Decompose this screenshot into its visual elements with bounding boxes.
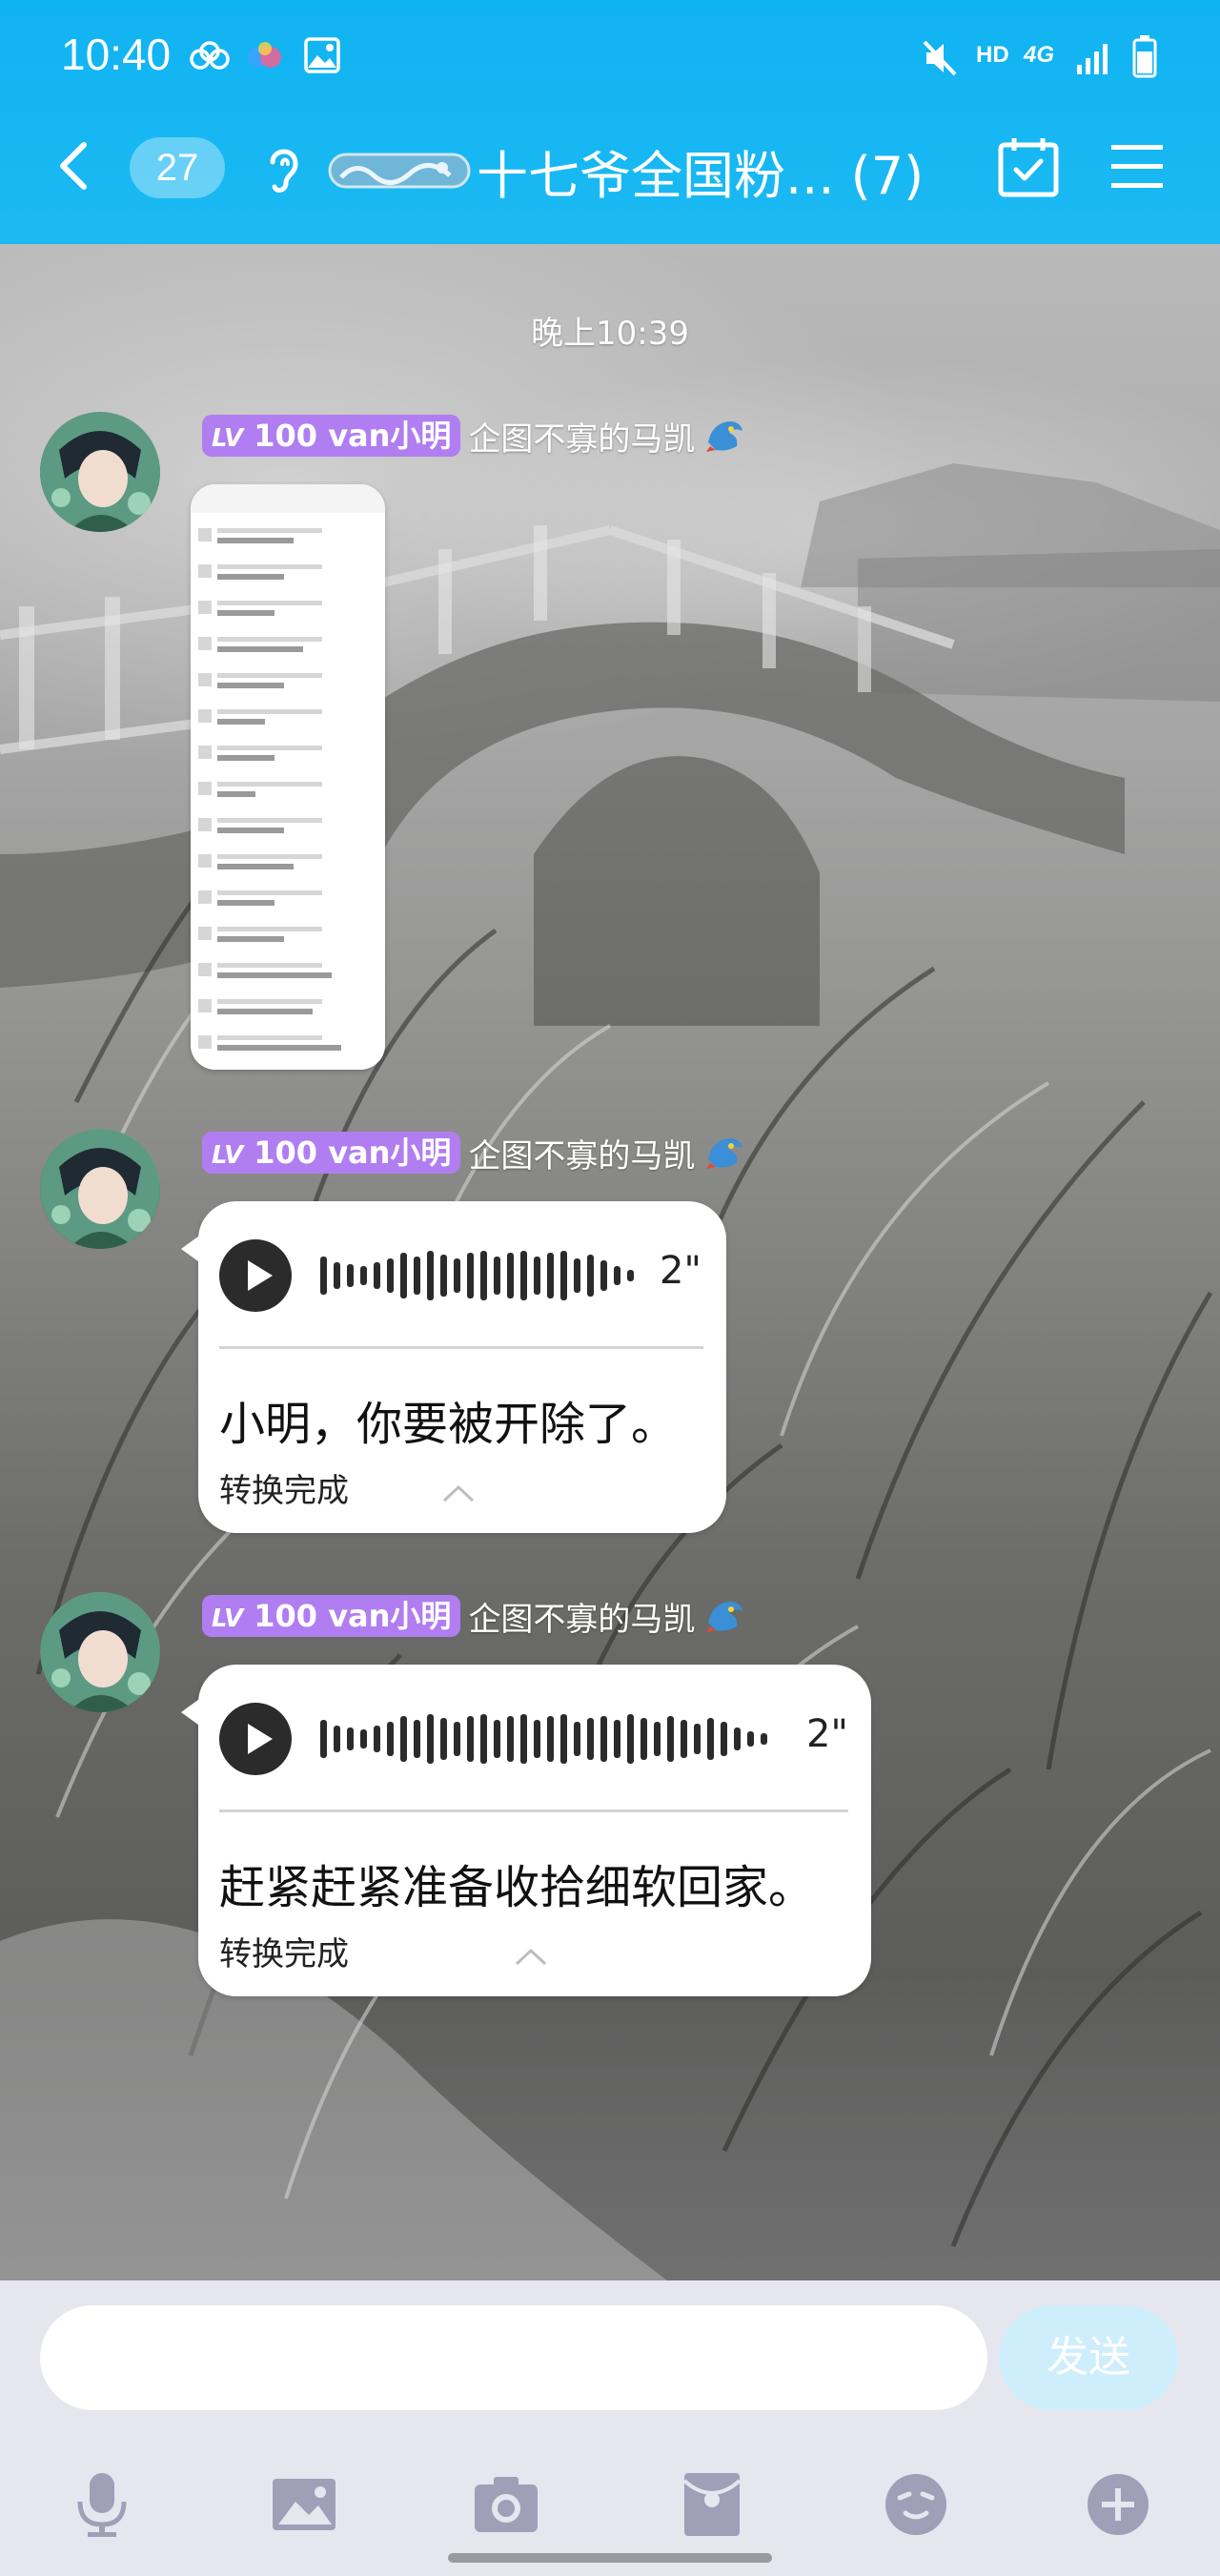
- chat-area[interactable]: 晚上10:39 LV 100 van小明 企图不寡的马凯 LV 100 van小…: [0, 244, 1220, 2280]
- play-button[interactable]: [219, 1239, 292, 1312]
- send-button[interactable]: 发送: [999, 2305, 1178, 2410]
- level-badge: LV 100 van小明: [202, 1132, 461, 1174]
- network-type-label: 4G: [1024, 42, 1055, 68]
- voice-message[interactable]: 2" 赶紧赶紧准备收拾细软回家。 转换完成: [181, 1665, 871, 1996]
- voice-duration: 2": [806, 1712, 848, 1756]
- plus-icon[interactable]: [1085, 2471, 1151, 2538]
- input-bar: 发送: [0, 2280, 1220, 2576]
- image-icon[interactable]: [271, 2471, 337, 2538]
- home-indicator[interactable]: [448, 2553, 772, 2563]
- play-button[interactable]: [219, 1703, 292, 1775]
- gallery-icon: [304, 37, 340, 73]
- voice-message[interactable]: 2" 小明，你要被开除了。 转换完成: [181, 1201, 726, 1533]
- camera-icon[interactable]: [473, 2471, 539, 2538]
- collapse-caret-icon[interactable]: [442, 1483, 475, 1503]
- message-input[interactable]: [40, 2305, 987, 2410]
- sender-title: 企图不寡的马凯: [468, 1600, 696, 1639]
- calendar-check-icon[interactable]: [997, 135, 1060, 198]
- sender-name[interactable]: van小明: [328, 1598, 451, 1634]
- group-logo-icon: [328, 153, 471, 189]
- image-message[interactable]: [191, 484, 385, 1070]
- unread-count-badge[interactable]: 27: [130, 137, 225, 198]
- sender-name[interactable]: van小明: [328, 1135, 451, 1171]
- voice-transcript: 小明，你要被开除了。: [219, 1398, 678, 1451]
- screenshot-thumbnail: [191, 484, 385, 1070]
- bubble-tail: [181, 1234, 202, 1264]
- level-prefix: LV: [212, 1141, 244, 1170]
- menu-icon[interactable]: [1109, 141, 1165, 193]
- level-prefix: LV: [212, 1605, 244, 1633]
- red-packet-icon[interactable]: [679, 2471, 745, 2538]
- avatar-illustration-icon: [40, 1592, 160, 1712]
- sender-meta: LV 100 van小明 企图不寡的马凯: [202, 1131, 746, 1176]
- group-title[interactable]: 十七爷全国粉... (7): [477, 133, 924, 209]
- level-value: 100: [254, 1598, 318, 1634]
- sender-title: 企图不寡的马凯: [468, 1136, 696, 1176]
- navigation-bar: 27 十七爷全国粉... (7): [0, 124, 1220, 219]
- dragon-medal-icon: [706, 1138, 743, 1169]
- level-prefix: LV: [212, 424, 244, 453]
- voice-divider: [219, 1809, 848, 1812]
- voice-transcript: 赶紧赶紧准备收拾细软回家。: [219, 1861, 815, 1914]
- battery-icon: [1132, 35, 1157, 78]
- status-time: 10:40: [61, 30, 172, 79]
- sender-meta: LV 100 van小明 企图不寡的马凯: [202, 1594, 746, 1639]
- cloud-link-icon: [190, 41, 230, 70]
- avatar-illustration-icon: [40, 412, 160, 532]
- chat-timestamp: 晚上10:39: [531, 315, 689, 353]
- ear-mode-icon[interactable]: [263, 139, 305, 196]
- microphone-icon[interactable]: [69, 2471, 135, 2538]
- dragon-medal-icon: [706, 1602, 743, 1632]
- app-notification-icon: [248, 42, 281, 68]
- voice-waveform: [320, 1251, 634, 1300]
- level-value: 100: [254, 1135, 318, 1171]
- sender-avatar[interactable]: [40, 1129, 160, 1249]
- sender-name[interactable]: van小明: [328, 418, 451, 454]
- top-bar: 10:40 HD 4G 27 十七爷全国粉... (7): [0, 0, 1220, 244]
- conversion-status: 转换完成: [219, 1935, 349, 1973]
- collapse-caret-icon[interactable]: [515, 1947, 547, 1966]
- back-arrow-icon[interactable]: [48, 137, 105, 194]
- avatar-illustration-icon: [40, 1129, 160, 1249]
- level-value: 100: [254, 418, 318, 454]
- level-badge: LV 100 van小明: [202, 415, 461, 457]
- signal-icon: [1077, 44, 1108, 74]
- dragon-medal-icon: [706, 421, 743, 452]
- sender-title: 企图不寡的马凯: [468, 419, 696, 459]
- conversion-status: 转换完成: [219, 1472, 349, 1510]
- sender-avatar[interactable]: [40, 1592, 160, 1712]
- level-badge: LV 100 van小明: [202, 1595, 461, 1637]
- mute-icon: [923, 40, 957, 76]
- voice-divider: [219, 1346, 703, 1349]
- voice-duration: 2": [660, 1249, 702, 1293]
- status-bar: 10:40 HD 4G: [0, 0, 1220, 114]
- hd-label: HD: [976, 42, 1009, 68]
- emoji-icon[interactable]: [883, 2471, 949, 2538]
- sender-meta: LV 100 van小明 企图不寡的马凯: [202, 414, 746, 459]
- bubble-tail: [181, 1697, 202, 1728]
- sender-avatar[interactable]: [40, 412, 160, 532]
- voice-waveform: [320, 1714, 767, 1764]
